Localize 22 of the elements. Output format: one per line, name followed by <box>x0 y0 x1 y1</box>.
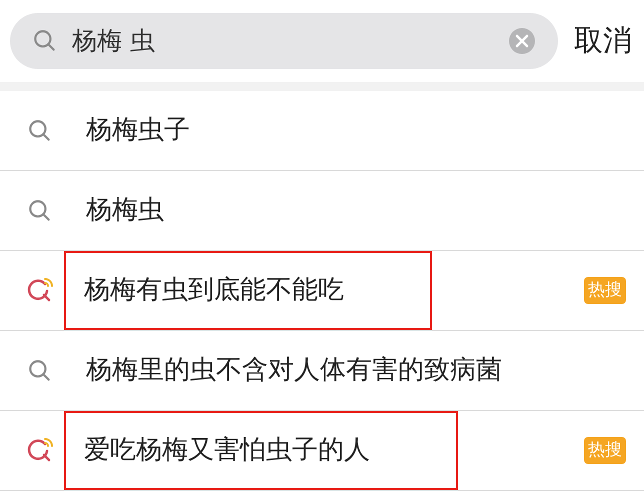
search-field[interactable]: 杨梅 虫 <box>10 13 558 69</box>
search-icon <box>27 118 53 144</box>
suggestion-item[interactable]: 杨梅虫 <box>0 171 644 251</box>
search-icon <box>27 198 53 224</box>
hot-search-icon <box>26 276 54 304</box>
hot-search-icon <box>26 436 54 464</box>
search-query: 杨梅 虫 <box>72 25 156 58</box>
clear-icon[interactable] <box>508 27 536 55</box>
search-icon <box>27 358 53 384</box>
search-icon <box>32 28 58 54</box>
hot-badge: 热搜 <box>584 436 626 464</box>
suggestion-text: 杨梅有虫到底能不能吃 <box>64 251 432 330</box>
suggestion-item[interactable]: 杨梅虫子 <box>0 91 644 171</box>
hot-badge: 热搜 <box>584 276 626 304</box>
suggestion-item[interactable]: 杨梅有虫到底能不能吃 热搜 <box>0 251 644 331</box>
suggestion-text: 爱吃杨梅又害怕虫子的人 <box>64 411 458 490</box>
suggestion-text: 杨梅里的虫不含对人体有害的致病菌 <box>85 354 503 387</box>
cancel-button[interactable]: 取消 <box>574 19 632 63</box>
suggestion-item[interactable]: 爱吃杨梅又害怕虫子的人 热搜 <box>0 411 644 491</box>
suggestion-text: 杨梅虫 <box>85 194 165 227</box>
suggestion-text: 杨梅虫子 <box>85 114 191 147</box>
suggestion-item[interactable]: 杨梅里的虫不含对人体有害的致病菌 <box>0 331 644 411</box>
